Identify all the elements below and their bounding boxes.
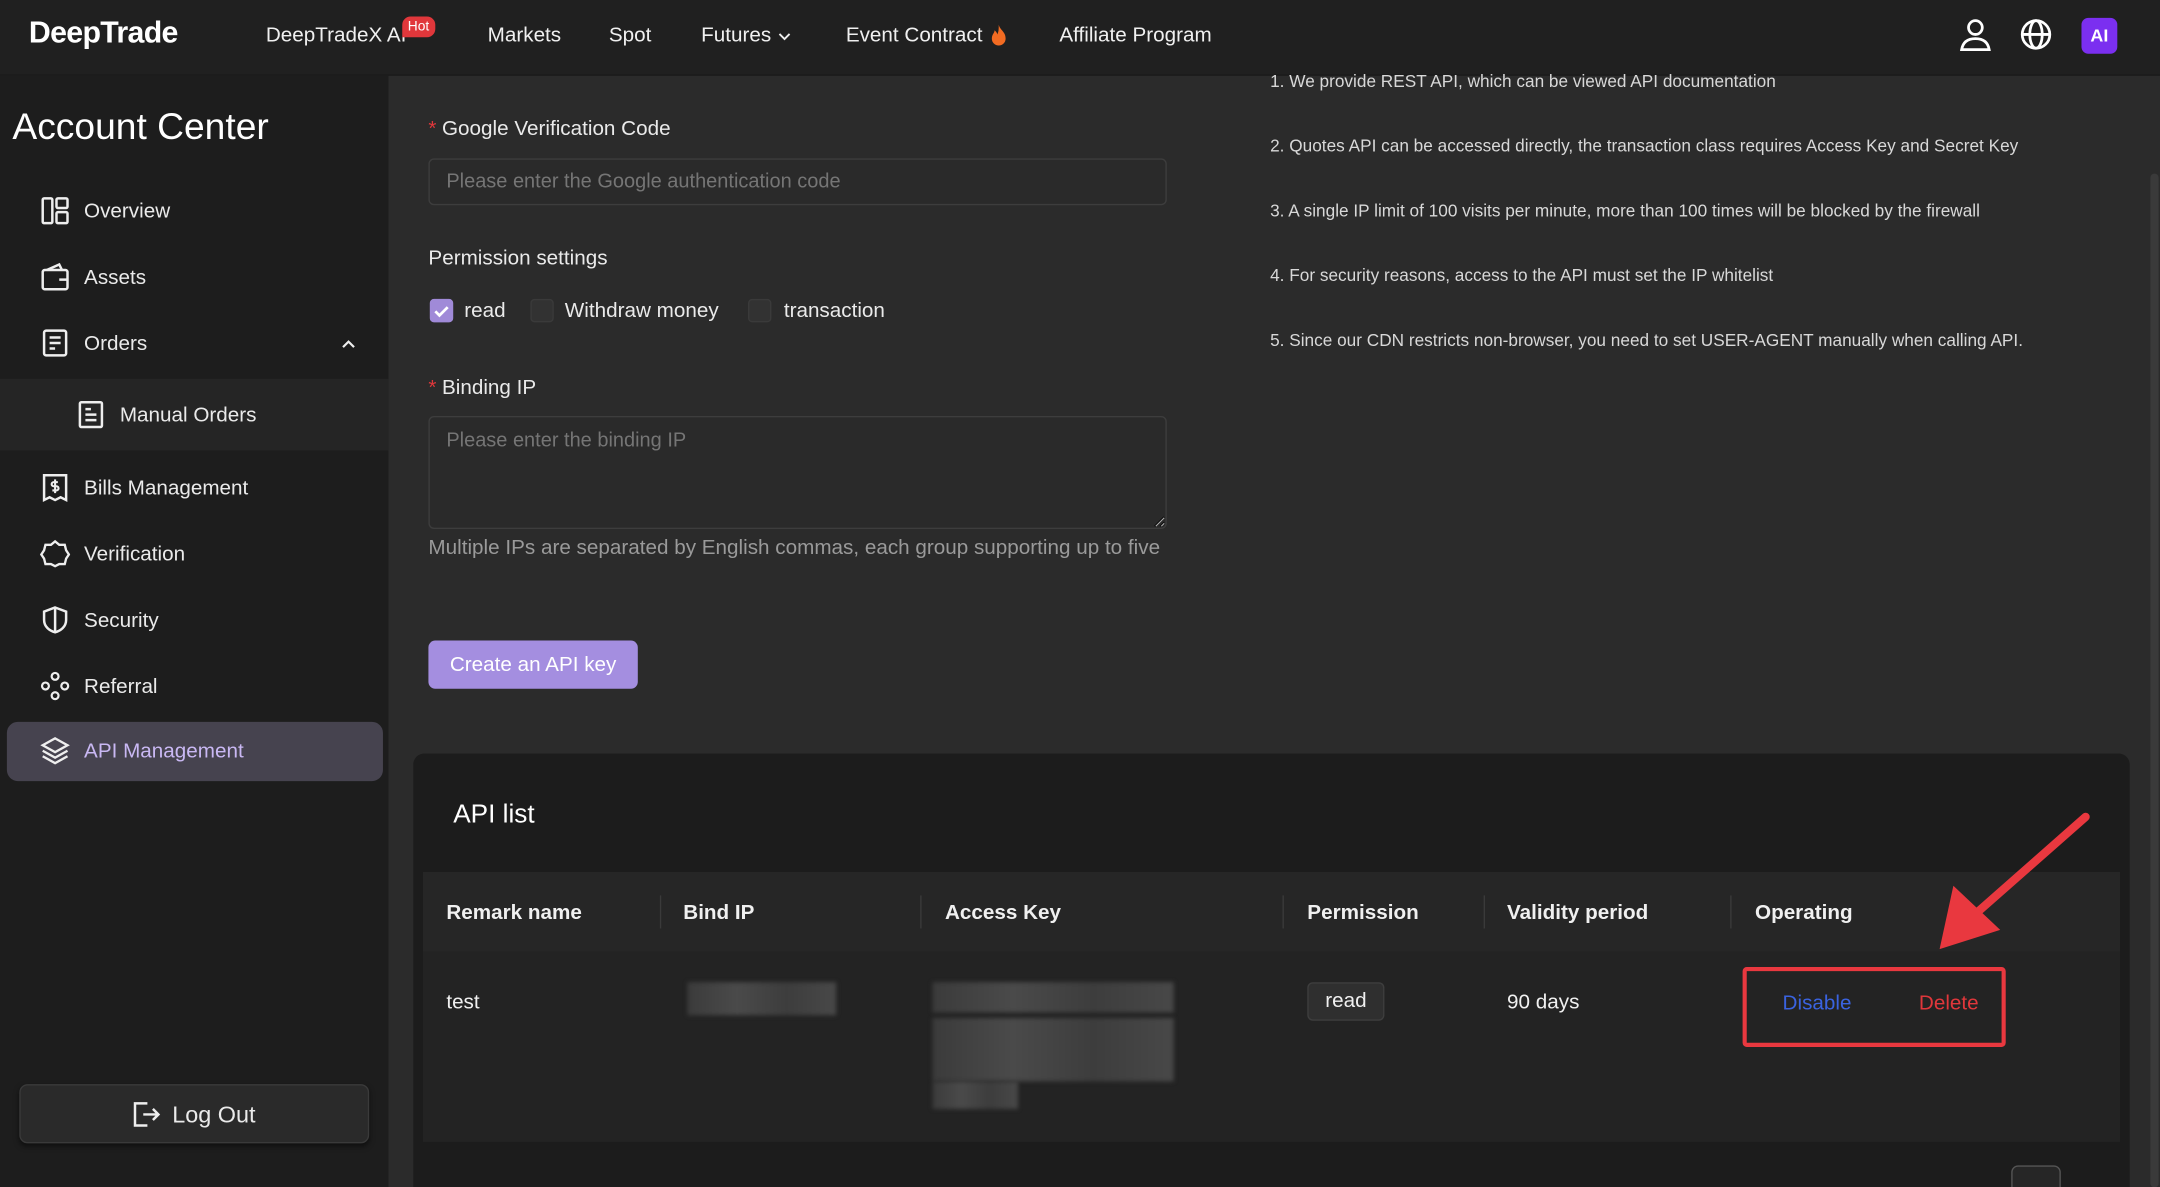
redacted-access-key-part — [932, 1018, 1174, 1082]
table-row: test read 90 days Disable Delete — [422, 951, 2121, 1142]
sidebar-item-security[interactable]: Security — [0, 588, 388, 654]
logout-label: Log Out — [172, 1102, 256, 1129]
sidebar-item-label: Referral — [84, 675, 158, 699]
top-navigation-bar: DeepTrade DeepTradeX AI Hot Markets Spot… — [0, 0, 2160, 76]
sidebar-item-verification[interactable]: Verification — [0, 522, 388, 588]
withdraw-label: Withdraw money — [564, 298, 719, 323]
user-icon[interactable] — [1957, 17, 1993, 53]
column-remark-name: Remark name — [446, 900, 582, 925]
wallet-icon — [41, 262, 69, 291]
sidebar-item-label: Security — [84, 608, 159, 633]
hot-badge: Hot — [402, 16, 435, 38]
nav-markets[interactable]: Markets — [488, 23, 561, 46]
binding-ip-textarea[interactable] — [428, 416, 1167, 529]
validity-cell: 90 days — [1507, 990, 1580, 1014]
note-3: 3. A single IP limit of 100 visits per m… — [1270, 201, 1980, 221]
pagination-page-button[interactable] — [2011, 1165, 2061, 1187]
ip-hint: Multiple IPs are separated by English co… — [428, 535, 1161, 560]
nav-deeptradex-ai[interactable]: DeepTradeX AI — [266, 23, 407, 46]
sidebar-item-label: Overview — [84, 199, 171, 224]
sidebar-item-referral[interactable]: Referral — [0, 654, 388, 720]
ai-assistant-icon[interactable]: AI — [2081, 17, 2118, 54]
globe-icon[interactable] — [2018, 17, 2054, 53]
permission-settings-label: Permission settings — [428, 246, 608, 270]
orders-icon — [42, 329, 68, 357]
create-api-key-button[interactable]: Create an API key — [428, 640, 638, 689]
fire-icon — [991, 24, 1006, 46]
remark-cell: test — [446, 990, 480, 1014]
logout-icon — [133, 1102, 161, 1127]
operating-highlight-box: Disable Delete — [1742, 967, 2006, 1047]
transaction-checkbox[interactable] — [748, 298, 772, 323]
api-list-title: API list — [453, 800, 535, 830]
note-4: 4. For security reasons, access to the A… — [1270, 265, 1774, 286]
api-list-panel: API list Remark name Bind IP Access Key … — [413, 753, 2130, 1187]
sidebar-item-orders[interactable]: Orders — [0, 311, 388, 377]
column-operating: Operating — [1754, 900, 1853, 925]
sidebar-item-label: Bills Management — [84, 476, 249, 501]
nav-futures[interactable]: Futures — [701, 23, 771, 46]
chevron-down-icon[interactable] — [777, 29, 792, 44]
nav-event-contract[interactable]: Event Contract — [846, 23, 983, 46]
read-checkbox[interactable] — [429, 298, 454, 323]
sidebar-item-manual-orders[interactable]: Manual Orders — [0, 378, 389, 451]
sidebar-item-bills-management[interactable]: Bills Management — [0, 456, 388, 522]
dashboard-icon — [41, 197, 69, 225]
annotation-arrow-icon — [1939, 812, 2090, 950]
badge-icon — [39, 539, 71, 568]
bill-icon — [42, 474, 68, 503]
layers-icon — [40, 737, 70, 765]
deeptrade-logo[interactable]: DeepTrade — [29, 15, 178, 51]
delete-link[interactable]: Delete — [1919, 992, 1979, 1015]
column-validity-period: Validity period — [1507, 900, 1649, 925]
table-header: Remark name Bind IP Access Key Permissio… — [422, 871, 2121, 952]
note-2: 2. Quotes API can be accessed directly, … — [1270, 136, 2019, 156]
referral-icon — [40, 671, 70, 701]
transaction-label: transaction — [783, 298, 885, 323]
disable-link[interactable]: Disable — [1783, 992, 1852, 1015]
column-bind-ip: Bind IP — [683, 900, 755, 925]
google-code-input[interactable] — [428, 158, 1167, 206]
nav-spot[interactable]: Spot — [609, 23, 652, 46]
sidebar-item-label: Verification — [84, 542, 186, 567]
sidebar-item-label: Orders — [84, 331, 148, 356]
read-label: read — [464, 298, 506, 323]
column-permission: Permission — [1307, 900, 1419, 925]
document-icon — [78, 401, 104, 429]
chevron-up-icon[interactable] — [339, 335, 358, 354]
sidebar-item-overview[interactable]: Overview — [0, 179, 388, 245]
sidebar-item-label: API Management — [84, 739, 244, 764]
sidebar: Account Center Overview Assets Orders Ma… — [0, 75, 389, 1187]
withdraw-checkbox[interactable] — [530, 298, 554, 323]
page-title: Account Center — [12, 106, 269, 148]
permission-tag: read — [1307, 982, 1385, 1021]
redacted-access-key-part — [932, 1081, 1019, 1109]
nav-affiliate-program[interactable]: Affiliate Program — [1059, 23, 1211, 46]
column-access-key: Access Key — [944, 900, 1062, 925]
redacted-bind-ip — [687, 982, 837, 1016]
sidebar-item-assets[interactable]: Assets — [0, 245, 388, 311]
logout-button[interactable]: Log Out — [19, 1084, 370, 1144]
note-5: 5. Since our CDN restricts non-browser, … — [1270, 330, 2023, 350]
sidebar-item-api-management[interactable]: API Management — [6, 721, 383, 782]
sidebar-item-label: Manual Orders — [119, 403, 257, 428]
redacted-access-key — [932, 982, 1174, 1013]
shield-icon — [42, 606, 68, 634]
scrollbar[interactable] — [2150, 173, 2159, 1187]
note-1: 1. We provide REST API, which can be vie… — [1270, 71, 1776, 91]
binding-ip-label: * Binding IP — [428, 376, 537, 400]
sidebar-item-label: Assets — [84, 265, 147, 290]
google-code-label: * Google Verification Code — [428, 117, 671, 141]
